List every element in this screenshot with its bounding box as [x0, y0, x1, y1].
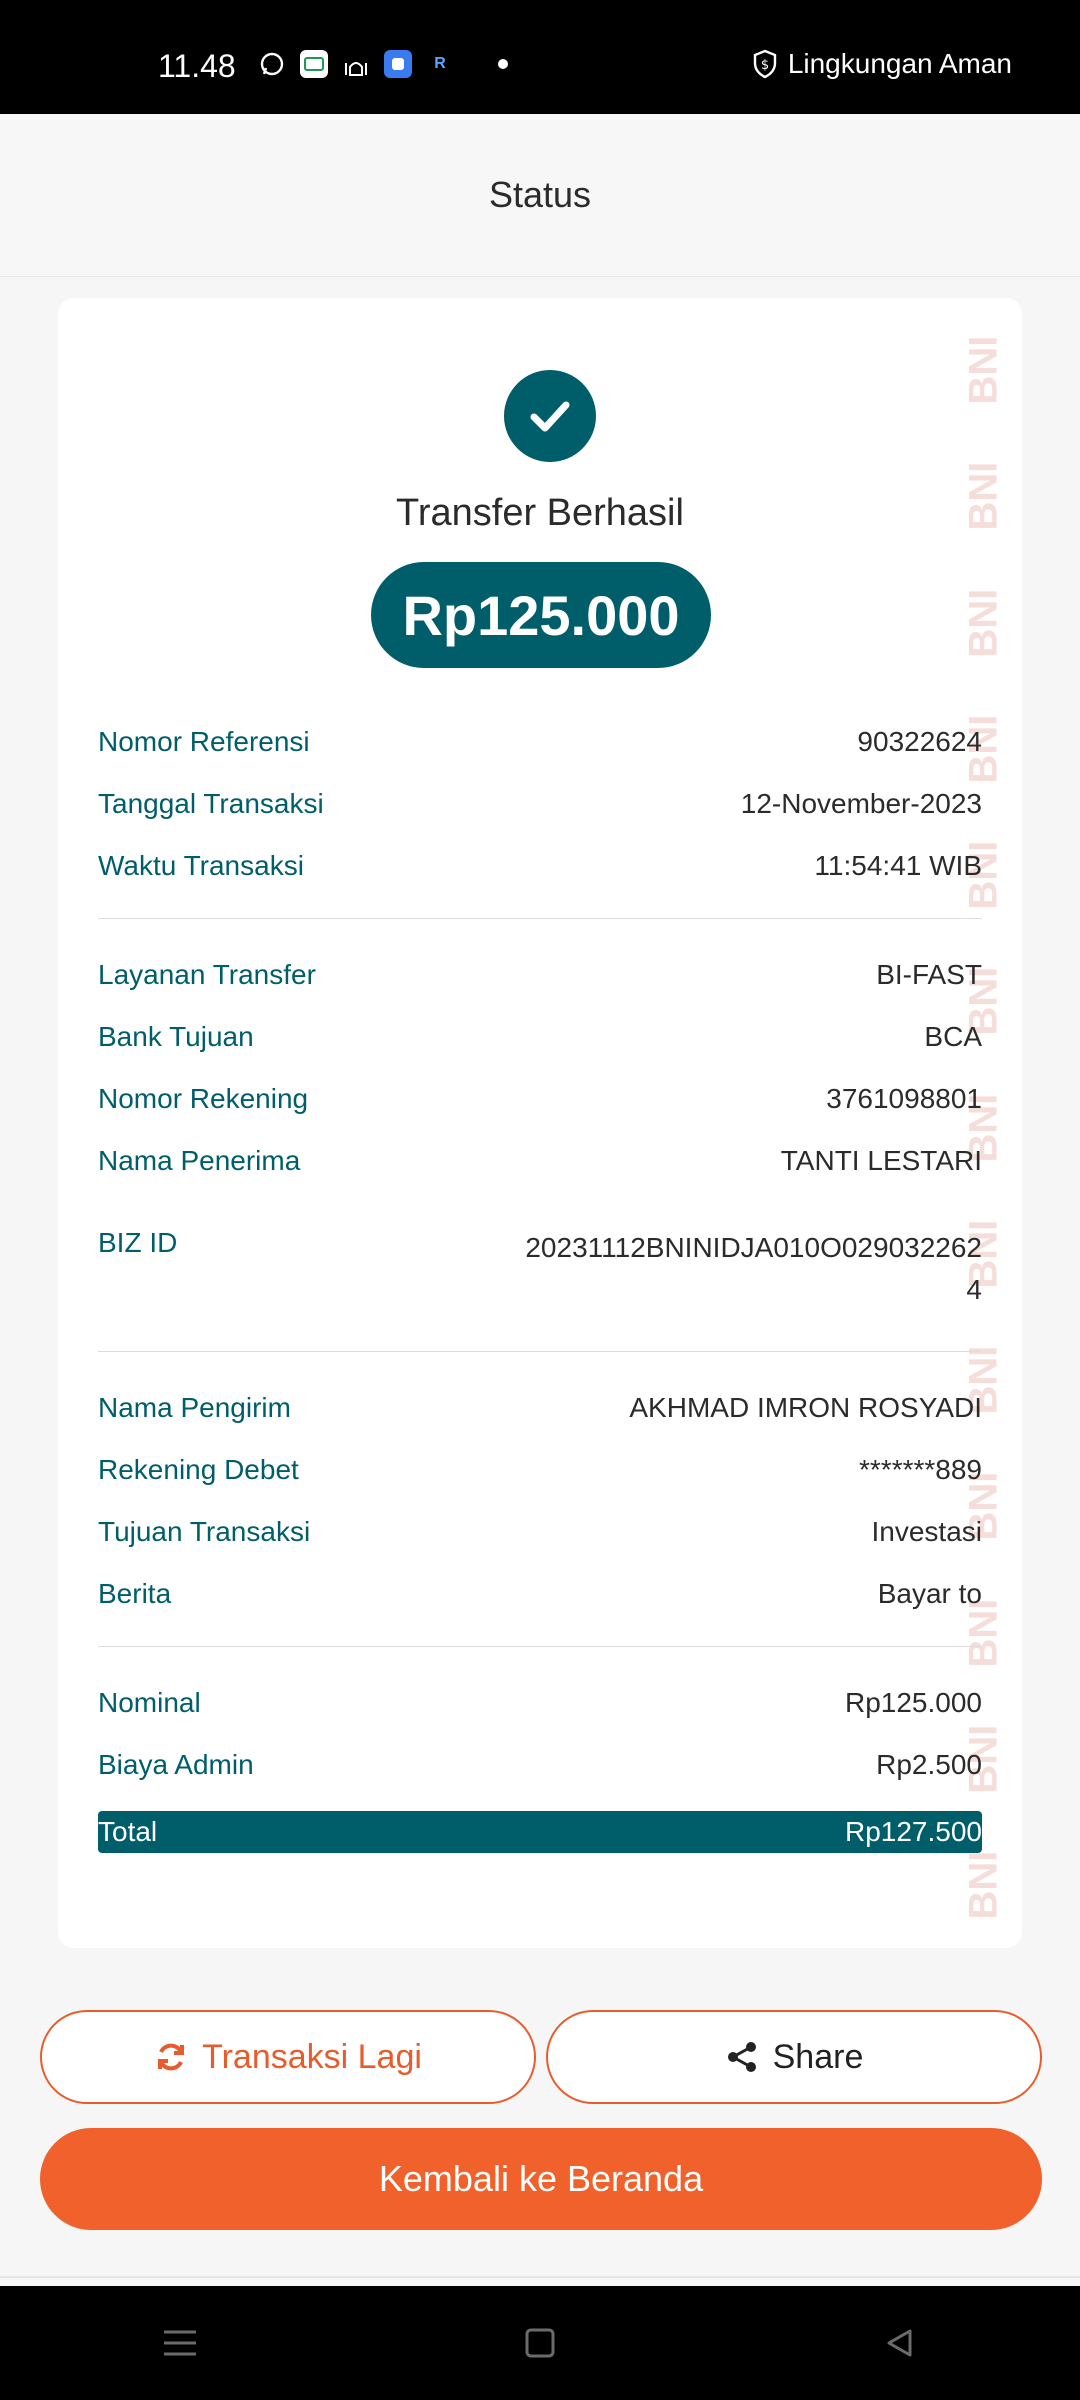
status-time: 11.48	[158, 48, 236, 84]
home-nav-icon[interactable]	[510, 2313, 570, 2373]
amount-badge: Rp125.000	[371, 562, 711, 668]
detail-row: BIZ ID 20231112BNINIDJA010O0290322624	[98, 1227, 982, 1351]
detail-row: Nama Penerima TANTI LESTARI	[98, 1145, 982, 1227]
detail-row: Tujuan Transaksi Investasi	[98, 1516, 982, 1578]
detail-value: 12-November-2023	[740, 788, 982, 819]
share-label: Share	[772, 2037, 864, 2076]
status-title: Transfer Berhasil	[396, 492, 684, 534]
detail-row: Tanggal Transaksi 12-November-2023	[98, 788, 982, 850]
detail-value: TANTI LESTARI	[780, 1145, 982, 1176]
detail-row: Bank Tujuan BCA	[98, 1021, 982, 1083]
detail-label: Waktu Transaksi	[98, 850, 304, 881]
detail-row: Biaya Admin Rp2.500	[98, 1749, 982, 1811]
page-header: Status	[0, 114, 1080, 277]
detail-value: 90322624	[857, 726, 982, 757]
detail-row: Nomor Referensi 90322624	[98, 726, 982, 788]
kembali-ke-beranda-button[interactable]: Kembali ke Beranda	[40, 2128, 1042, 2230]
more-notifications-dot	[498, 59, 508, 69]
detail-row: Nama Pengirim AKHMAD IMRON ROSYADI	[98, 1392, 982, 1454]
detail-label: Nama Pengirim	[98, 1392, 291, 1423]
total-label: Total	[98, 1816, 158, 1847]
detail-label: Bank Tujuan	[98, 1021, 254, 1052]
total-value: Rp127.500	[844, 1816, 982, 1847]
detail-label: Nomor Referensi	[98, 726, 310, 757]
detail-label: Tujuan Transaksi	[98, 1516, 311, 1547]
receipt-card: BNI BNI BNI BNI BNI BNI BNI BNI BNI BNI BNI BNI BNI …	[58, 298, 1022, 1948]
detail-value: Bayar to	[877, 1578, 982, 1609]
total-row: Total Rp127.500	[98, 1811, 982, 1853]
detail-row: Waktu Transaksi 11:54:41 WIB	[98, 850, 982, 892]
share-icon	[727, 2042, 756, 2072]
detail-value: AKHMAD IMRON ROSYADI	[629, 1392, 982, 1423]
detail-row: Berita Bayar to	[98, 1578, 982, 1620]
share-button[interactable]: Share	[546, 2010, 1042, 2104]
status-bar: 11.48 R $ Lingkungan Aman	[0, 0, 1080, 114]
security-indicator: $ Lingkungan Aman	[752, 48, 1012, 80]
security-label: Lingkungan Aman	[787, 48, 1012, 79]
refresh-icon	[158, 2043, 185, 2071]
r-app-icon: R	[434, 55, 446, 72]
detail-value: Rp125.000	[844, 1687, 982, 1718]
detail-value: *******889	[859, 1454, 982, 1485]
shield-icon: $	[753, 49, 777, 79]
detail-label: Rekening Debet	[98, 1454, 299, 1485]
detail-row: Rekening Debet *******889	[98, 1454, 982, 1516]
page-title: Status	[488, 174, 592, 215]
detail-value: BI-FAST	[876, 959, 982, 990]
kembali-label: Kembali ke Beranda	[378, 2158, 704, 2199]
notification-icons: R	[258, 50, 508, 78]
detail-label: Tanggal Transaksi	[98, 788, 324, 819]
mosque-icon	[342, 50, 370, 78]
svg-text:$: $	[761, 58, 769, 73]
detail-value: 3761098801	[826, 1083, 982, 1114]
detail-label: Nama Penerima	[98, 1145, 301, 1176]
success-check-icon	[504, 370, 596, 462]
transaksi-lagi-button[interactable]: Transaksi Lagi	[40, 2010, 536, 2104]
detail-label: Berita	[98, 1578, 172, 1609]
detail-row: Layanan Transfer BI-FAST	[98, 959, 982, 1021]
detail-label: Biaya Admin	[98, 1749, 254, 1780]
menu-nav-icon[interactable]	[150, 2313, 210, 2373]
detail-value: Rp2.500	[876, 1749, 982, 1780]
detail-value: BCA	[924, 1021, 982, 1052]
transaksi-lagi-label: Transaksi Lagi	[202, 2037, 422, 2076]
detail-row: Nominal Rp125.000	[98, 1687, 982, 1749]
detail-value: 20231112BNINIDJA010O0290322624	[525, 1232, 982, 1305]
divider	[98, 918, 982, 919]
detail-row: Nomor Rekening 3761098801	[98, 1083, 982, 1145]
detail-label: Layanan Transfer	[98, 959, 316, 990]
detail-label: BIZ ID	[98, 1227, 178, 1258]
detail-label: Nominal	[98, 1687, 201, 1718]
divider	[0, 2276, 1080, 2278]
divider	[98, 1646, 982, 1647]
detail-value: 11:54:41 WIB	[814, 850, 982, 881]
back-nav-icon[interactable]	[870, 2313, 930, 2373]
transaction-details: Nomor Referensi 90322624 Tanggal Transaks…	[98, 726, 982, 1853]
whatsapp-icon	[258, 50, 286, 78]
detail-label: Nomor Rekening	[98, 1083, 309, 1114]
app-icon	[300, 50, 328, 78]
blue-app-icon	[384, 50, 412, 78]
system-nav-bar	[0, 2286, 1080, 2400]
divider	[98, 1351, 982, 1352]
detail-value: Investasi	[871, 1516, 983, 1547]
